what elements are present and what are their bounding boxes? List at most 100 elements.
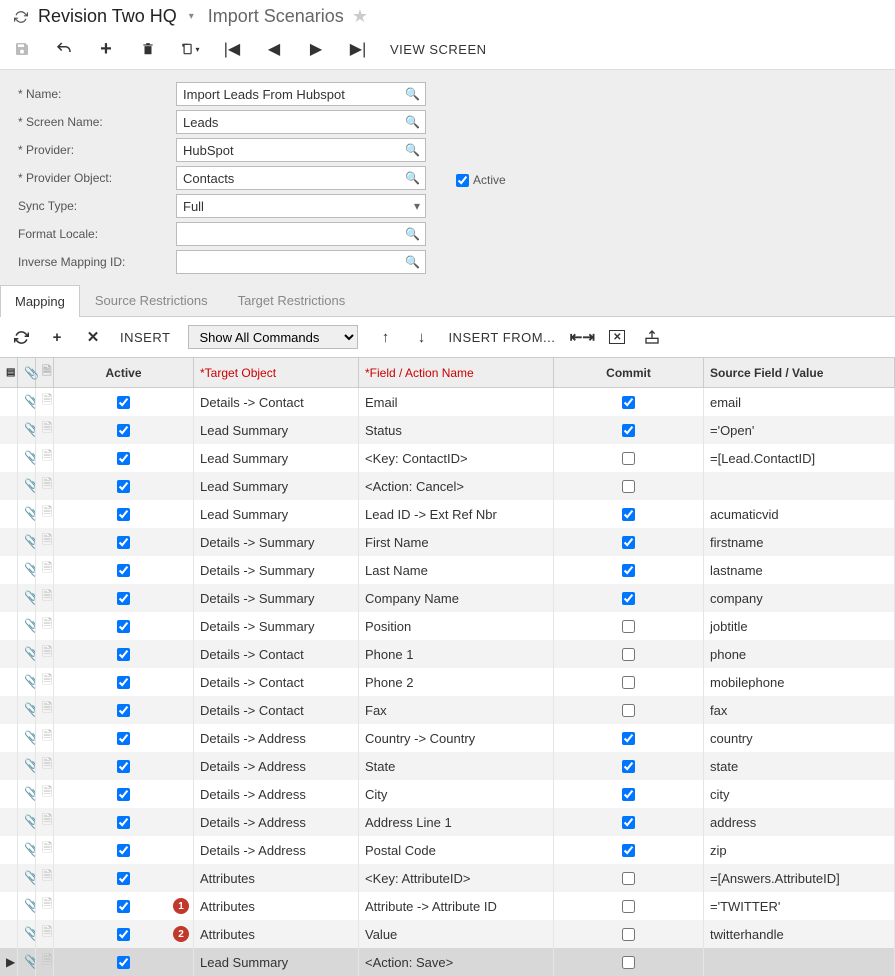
field-action-cell[interactable]: Fax [359,696,554,724]
table-row[interactable]: 📎🗎Details -> AddressAddress Line 1addres… [0,808,895,836]
table-row[interactable]: 📎🗎2AttributesValuetwitterhandle [0,920,895,948]
commit-checkbox[interactable] [622,704,635,717]
active-checkbox[interactable] [117,704,130,717]
field-action-cell[interactable]: Position [359,612,554,640]
target-object-cell[interactable]: Details -> Contact [194,388,359,416]
table-row[interactable]: 📎🗎Details -> AddressCitycity [0,780,895,808]
note-icon[interactable]: 🗎 [36,528,54,556]
commit-checkbox[interactable] [622,396,635,409]
active-cell[interactable] [54,864,194,892]
attach-icon[interactable]: 📎 [18,388,36,416]
active-cell[interactable] [54,556,194,584]
source-cell[interactable]: phone [704,640,895,668]
tab-source-restrictions[interactable]: Source Restrictions [80,284,223,316]
clipboard-icon[interactable]: ▾ [180,39,200,59]
target-object-cell[interactable]: Details -> Contact [194,696,359,724]
col-active[interactable]: Active [54,358,194,387]
field-action-cell[interactable]: <Action: Cancel> [359,472,554,500]
source-cell[interactable]: mobilephone [704,668,895,696]
attach-icon[interactable]: 📎 [18,668,36,696]
active-cell[interactable] [54,668,194,696]
export-icon[interactable]: ✕ [609,330,625,344]
target-object-cell[interactable]: Details -> Summary [194,556,359,584]
active-checkbox[interactable] [117,900,130,913]
note-icon[interactable]: 🗎 [36,752,54,780]
field-action-cell[interactable]: Attribute -> Attribute ID [359,892,554,920]
grid-add-icon[interactable]: + [48,328,66,346]
commit-cell[interactable] [554,808,704,836]
row-handle[interactable] [0,584,18,612]
attach-icon[interactable]: 📎 [18,556,36,584]
attach-icon[interactable]: 📎 [18,948,36,976]
note-icon[interactable]: 🗎 [36,472,54,500]
commit-cell[interactable] [554,948,704,976]
target-object-cell[interactable]: Attributes [194,920,359,948]
table-row[interactable]: 📎🗎Details -> AddressStatestate [0,752,895,780]
active-cell[interactable] [54,388,194,416]
commit-checkbox[interactable] [622,424,635,437]
active-checkbox[interactable] [117,452,130,465]
active-checkbox[interactable] [117,536,130,549]
commit-cell[interactable] [554,640,704,668]
row-handle[interactable] [0,920,18,948]
commit-cell[interactable] [554,668,704,696]
commit-cell[interactable] [554,444,704,472]
note-icon[interactable]: 🗎 [36,724,54,752]
col-target-object[interactable]: Target Object [194,358,359,387]
attach-icon[interactable]: 📎 [18,500,36,528]
commit-checkbox[interactable] [622,620,635,633]
row-handle[interactable] [0,808,18,836]
commit-cell[interactable] [554,696,704,724]
source-cell[interactable]: acumaticvid [704,500,895,528]
row-handle[interactable] [0,500,18,528]
attach-icon[interactable]: 📎 [18,612,36,640]
row-handle[interactable] [0,892,18,920]
field-action-cell[interactable]: Postal Code [359,836,554,864]
commit-cell[interactable] [554,612,704,640]
attach-icon[interactable]: 📎 [18,528,36,556]
move-up-icon[interactable]: ↑ [376,328,394,346]
insert-from-button[interactable]: INSERT FROM... [448,330,555,345]
commit-checkbox[interactable] [622,900,635,913]
target-object-cell[interactable]: Lead Summary [194,500,359,528]
source-cell[interactable] [704,472,895,500]
commit-checkbox[interactable] [622,928,635,941]
commit-checkbox[interactable] [622,452,635,465]
attach-icon[interactable]: 📎 [18,808,36,836]
commit-cell[interactable] [554,416,704,444]
target-object-cell[interactable]: Details -> Address [194,752,359,780]
attach-icon[interactable]: 📎 [18,724,36,752]
attach-icon[interactable]: 📎 [18,836,36,864]
commit-cell[interactable] [554,920,704,948]
field-action-cell[interactable]: State [359,752,554,780]
table-row[interactable]: 📎🗎Lead Summary<Action: Cancel> [0,472,895,500]
active-cell[interactable] [54,612,194,640]
active-cell[interactable]: 2 [54,920,194,948]
row-handle[interactable] [0,864,18,892]
attach-icon[interactable]: 📎 [18,696,36,724]
commit-cell[interactable] [554,528,704,556]
source-cell[interactable]: country [704,724,895,752]
note-icon[interactable]: 🗎 [36,808,54,836]
field-action-cell[interactable]: City [359,780,554,808]
commit-cell[interactable] [554,556,704,584]
commit-cell[interactable] [554,752,704,780]
row-handle[interactable] [0,388,18,416]
commit-checkbox[interactable] [622,564,635,577]
undo-icon[interactable] [54,39,74,59]
active-cell[interactable] [54,640,194,668]
table-row[interactable]: 📎🗎Lead SummaryLead ID -> Ext Ref Nbracum… [0,500,895,528]
source-cell[interactable]: address [704,808,895,836]
attach-icon[interactable]: 📎 [18,584,36,612]
active-checkbox[interactable] [117,508,130,521]
grid-refresh-icon[interactable] [12,328,30,346]
commit-checkbox[interactable] [622,760,635,773]
row-handle[interactable] [0,780,18,808]
field-action-cell[interactable]: <Action: Save> [359,948,554,976]
target-object-cell[interactable]: Details -> Address [194,836,359,864]
star-icon[interactable]: ★ [352,6,368,27]
attach-icon[interactable]: 📎 [18,640,36,668]
first-icon[interactable]: |◀ [222,39,242,59]
source-cell[interactable]: =[Lead.ContactID] [704,444,895,472]
target-object-cell[interactable]: Details -> Summary [194,528,359,556]
